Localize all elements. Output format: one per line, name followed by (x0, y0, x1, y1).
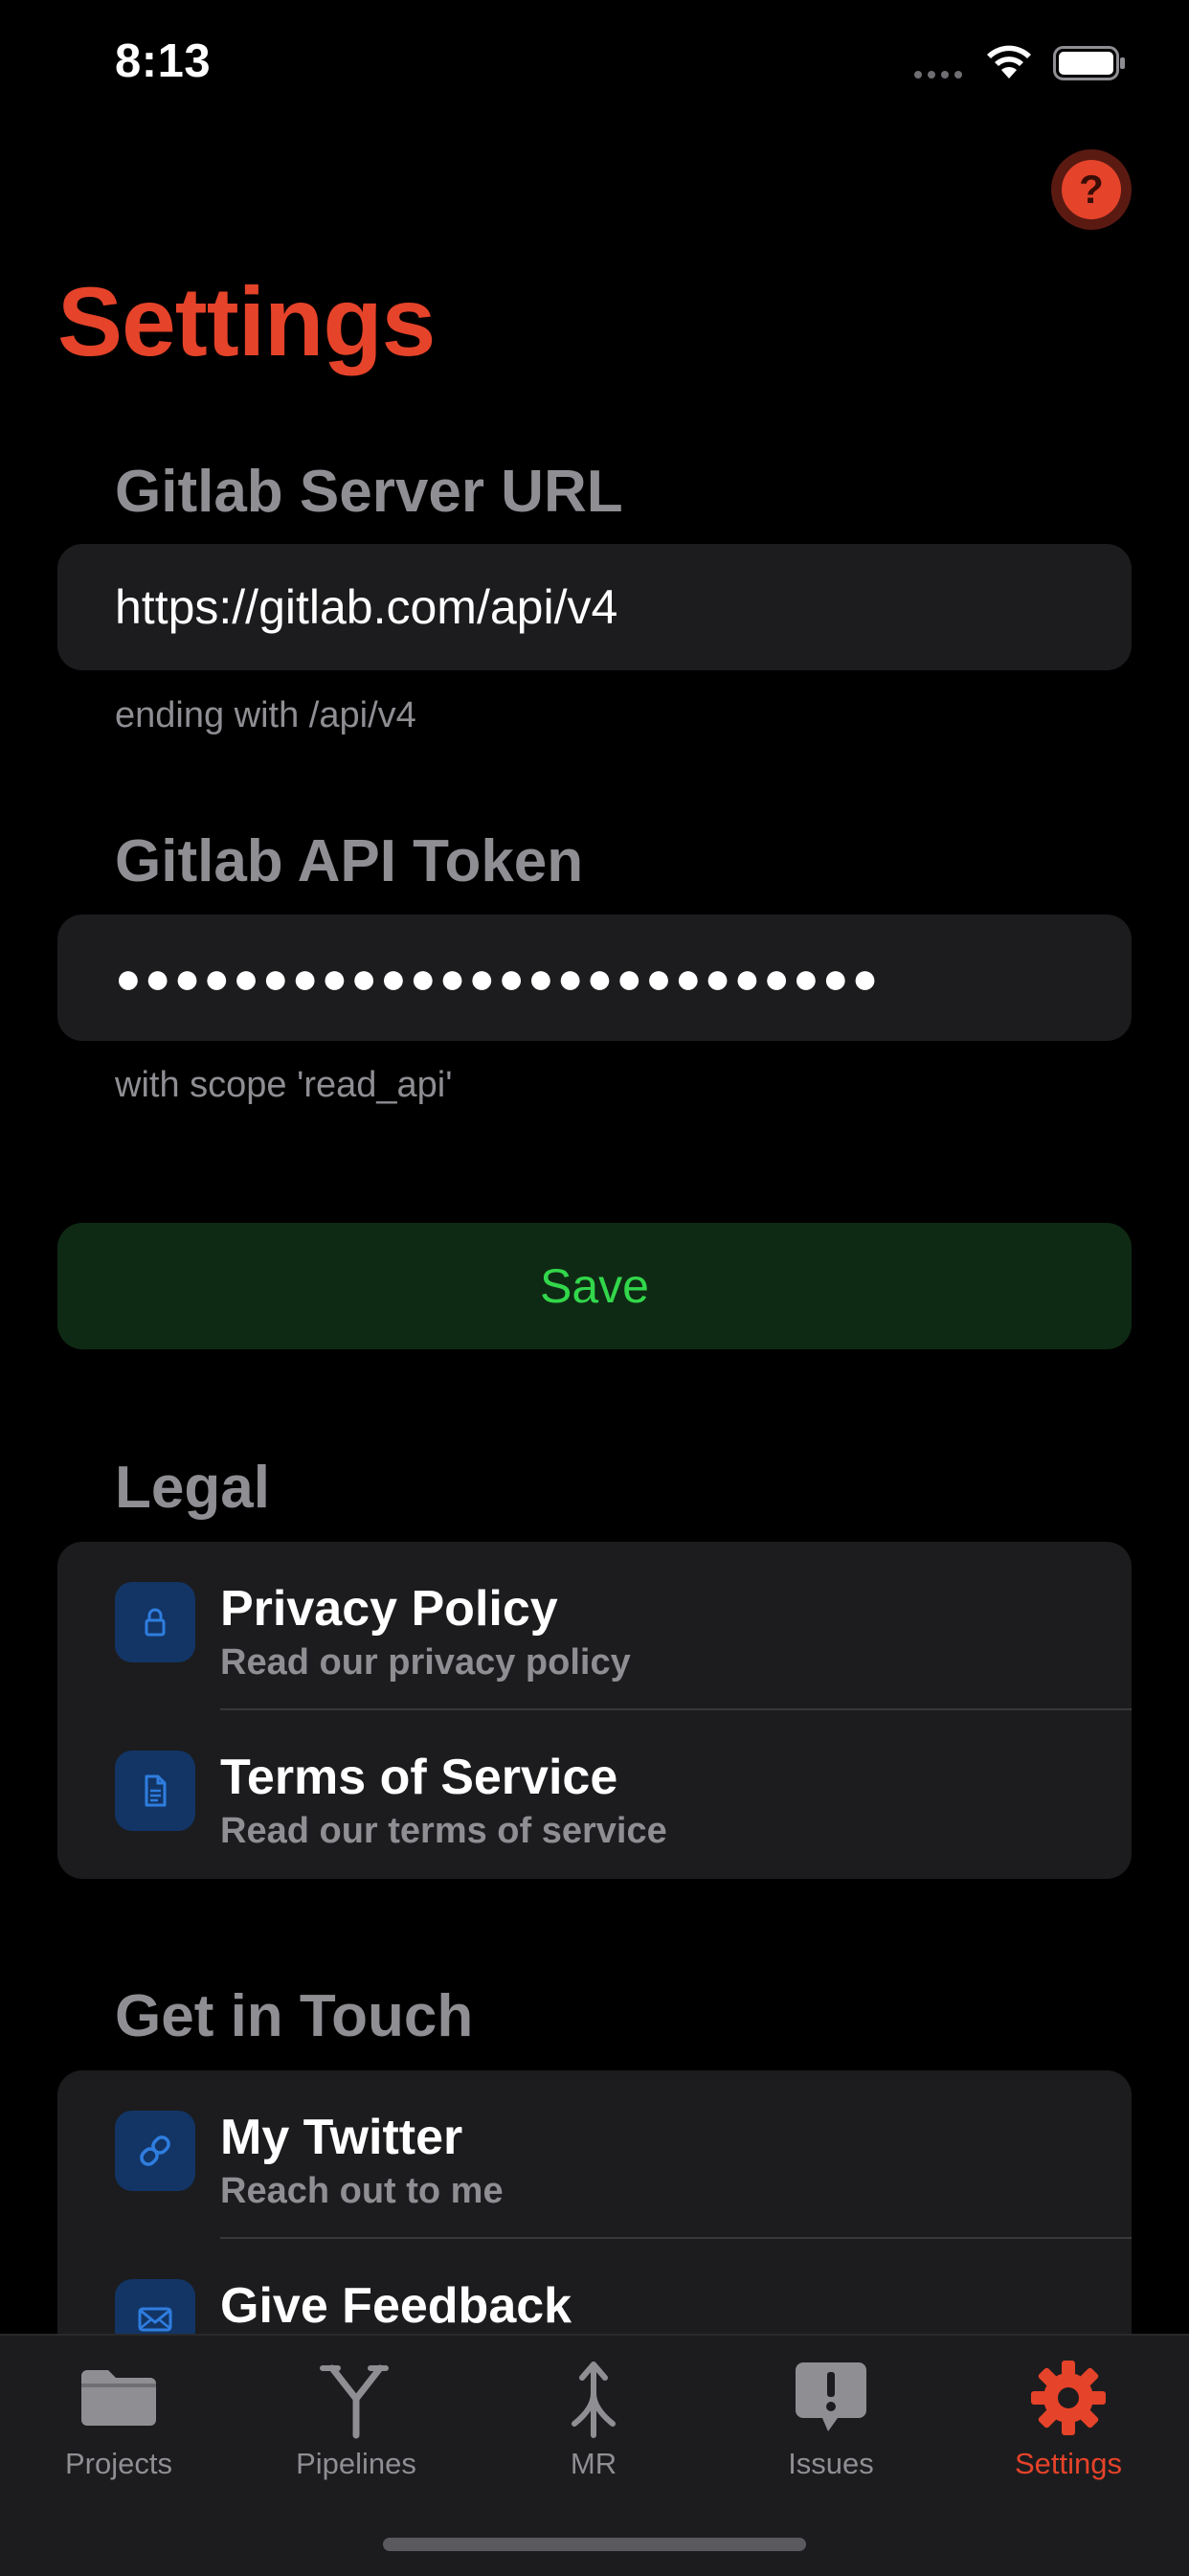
server-url-label: Gitlab Server URL (115, 459, 623, 525)
lock-icon (115, 1582, 195, 1662)
merge-icon (572, 2361, 616, 2438)
battery-icon (1053, 46, 1125, 80)
status-time: 8:13 (115, 35, 212, 87)
tab-projects-label: Projects (65, 2447, 172, 2480)
save-button[interactable]: Save (57, 1223, 1132, 1349)
tab-issues-label: Issues (788, 2447, 874, 2480)
folder-icon (81, 2370, 156, 2426)
server-url-input[interactable]: https://gitlab.com/api/v4 (57, 544, 1132, 670)
privacy-policy-row[interactable]: Privacy Policy Read our privacy policy (57, 1542, 1132, 1710)
terms-of-service-subtitle: Read our terms of service (220, 1811, 667, 1851)
tab-issues[interactable]: Issues (712, 2355, 950, 2481)
issue-icon (796, 2362, 866, 2431)
twitter-subtitle: Reach out to me (220, 2171, 504, 2211)
twitter-row[interactable]: My Twitter Reach out to me (57, 2070, 1132, 2239)
page-title: Settings (57, 267, 436, 376)
feedback-title: Give Feedback (220, 2278, 572, 2334)
legal-section-label: Legal (115, 1455, 270, 1521)
contact-section-label: Get in Touch (115, 1983, 474, 2049)
document-icon (115, 1751, 195, 1831)
help-button[interactable]: ? (1051, 149, 1132, 230)
pipeline-icon (320, 2364, 389, 2439)
api-token-value: ●●●●●●●●●●●●●●●●●●●●●●●●●● (115, 953, 882, 1003)
terms-of-service-row[interactable]: Terms of Service Read our terms of servi… (57, 1710, 1132, 1879)
tab-pipelines[interactable]: Pipelines (237, 2355, 475, 2481)
tab-projects[interactable]: Projects (0, 2355, 237, 2481)
gear-icon (1031, 2361, 1106, 2435)
link-icon (115, 2111, 195, 2191)
api-token-label: Gitlab API Token (115, 828, 584, 894)
question-mark-icon: ? (1062, 160, 1121, 219)
legal-group: Privacy Policy Read our privacy policy T… (57, 1542, 1132, 1879)
wifi-icon (987, 45, 1031, 79)
server-url-value: https://gitlab.com/api/v4 (115, 580, 618, 634)
tab-settings[interactable]: Settings (950, 2355, 1187, 2481)
server-url-hint: ending with /api/v4 (115, 695, 416, 735)
home-indicator (383, 2538, 806, 2551)
cellular-signal-icon (914, 71, 962, 79)
tab-mr[interactable]: MR (475, 2355, 712, 2481)
privacy-policy-subtitle: Read our privacy policy (220, 1642, 631, 1683)
terms-of-service-title: Terms of Service (220, 1750, 618, 1805)
tab-mr-label: MR (570, 2447, 617, 2480)
api-token-input[interactable]: ●●●●●●●●●●●●●●●●●●●●●●●●●● (57, 915, 1132, 1041)
twitter-title: My Twitter (220, 2110, 463, 2165)
tab-settings-label: Settings (1014, 2447, 1122, 2480)
tab-pipelines-label: Pipelines (296, 2447, 416, 2480)
privacy-policy-title: Privacy Policy (220, 1581, 558, 1637)
api-token-hint: with scope 'read_api' (115, 1065, 453, 1105)
